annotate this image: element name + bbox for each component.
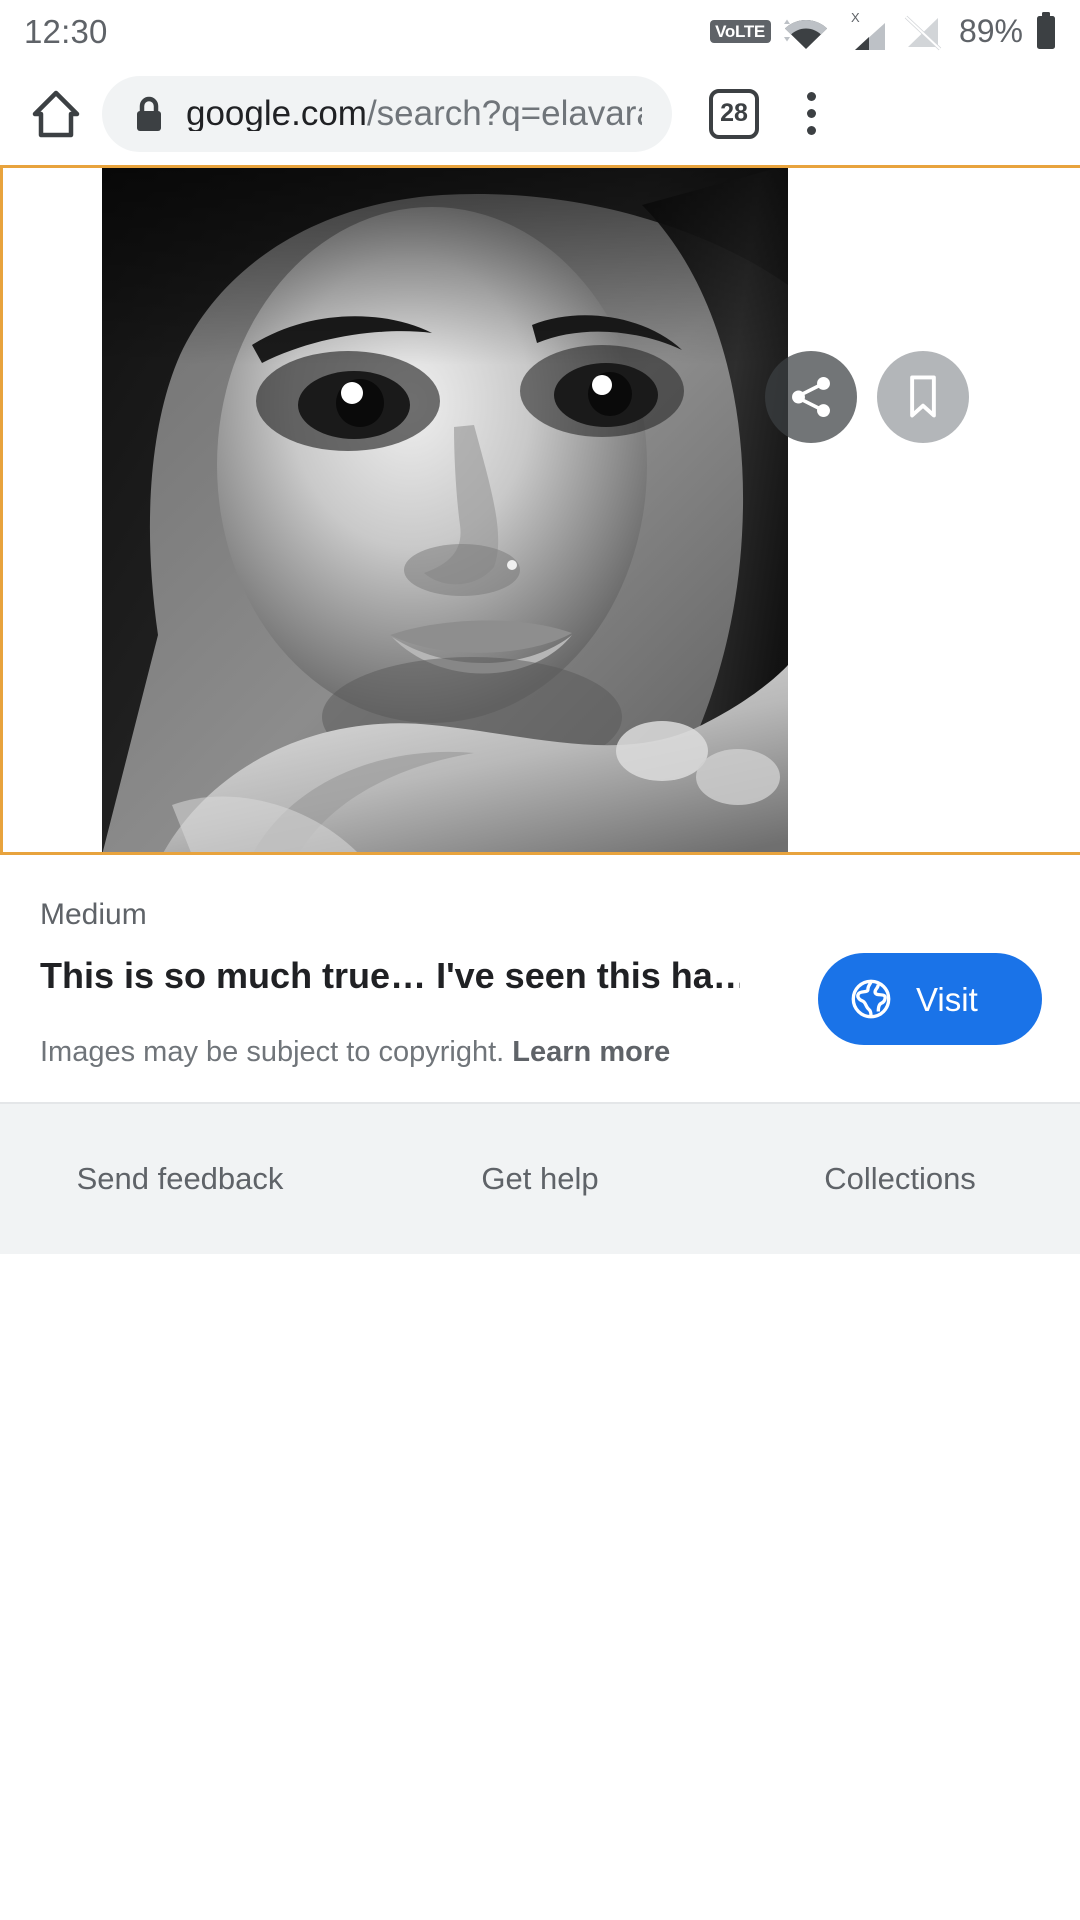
result-photo[interactable] [102, 168, 788, 852]
source-label: Medium [40, 898, 147, 931]
overflow-menu-icon-dot3 [806, 126, 816, 135]
signal-no-service-icon [904, 15, 942, 51]
tab-switcher-button[interactable]: 28 [702, 82, 766, 146]
lock-icon [137, 96, 161, 131]
home-icon [32, 90, 80, 137]
share-icon [792, 377, 830, 417]
tab-count-label: 28 [720, 99, 748, 127]
signal-bars-icon: X [851, 10, 885, 50]
footer-bar: Send feedback Get help Collections [0, 1101, 1080, 1254]
home-button[interactable] [24, 82, 88, 146]
visit-label: Visit [916, 980, 978, 1018]
tab-counter-icon: 28 [709, 88, 759, 139]
status-icons-group: VoLTE X 89% [710, 9, 1058, 53]
bookmark-button[interactable] [877, 351, 969, 443]
bookmark-icon [910, 375, 936, 418]
visit-button[interactable]: Visit [818, 953, 1042, 1045]
battery-percent-label: 89% [958, 12, 1023, 49]
send-feedback-link[interactable]: Send feedback [0, 1163, 360, 1194]
url-bar[interactable]: google.com/search?q=elavara [102, 75, 672, 152]
image-info-section: Medium This is so much true… I've seen t… [0, 855, 1080, 1102]
overflow-menu-icon [806, 92, 816, 101]
wifi-icon [783, 19, 827, 49]
url-text: google.com/search?q=elavara [186, 96, 642, 131]
globe-icon [851, 979, 891, 1019]
svg-text:X: X [851, 10, 860, 25]
browser-toolbar: google.com/search?q=elavara 28 [0, 62, 1080, 165]
copyright-text: Images may be subject to copyright. [40, 1036, 505, 1068]
image-result-panel [0, 165, 1080, 855]
photo-graphic [102, 168, 788, 852]
learn-more-link[interactable]: Learn more [512, 1036, 670, 1068]
overflow-menu-icon-dot2 [806, 109, 816, 118]
collections-link[interactable]: Collections [720, 1163, 1080, 1194]
get-help-link[interactable]: Get help [360, 1163, 720, 1194]
url-domain: google.com [186, 96, 367, 131]
url-path: /search?q=elavara [366, 96, 642, 131]
volte-badge: VoLTE [710, 19, 771, 43]
share-button[interactable] [765, 351, 857, 443]
battery-icon [1037, 12, 1055, 49]
overflow-menu-button[interactable] [776, 79, 846, 149]
status-time: 12:30 [24, 12, 108, 50]
image-title: This is so much true… I've seen this ha… [40, 955, 740, 996]
status-bar: 12:30 VoLTE X 89% [0, 0, 1080, 62]
